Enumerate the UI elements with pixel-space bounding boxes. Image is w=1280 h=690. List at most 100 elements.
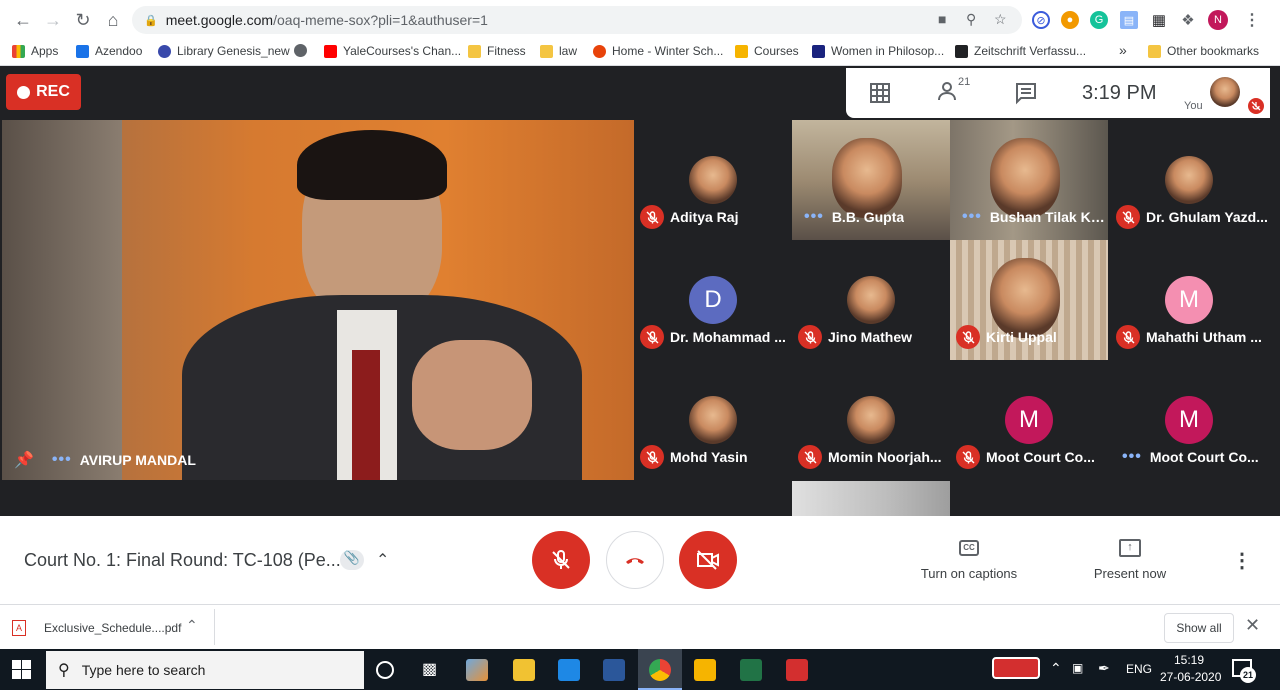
camera-toggle-button[interactable]	[679, 531, 737, 589]
task-view-icon[interactable]: ▩	[422, 659, 437, 679]
participant-tile[interactable]: Dr. Ghulam Yazd...	[1110, 120, 1268, 240]
bookmark-fitness[interactable]: Fitness	[468, 44, 526, 58]
file-explorer-icon[interactable]	[694, 659, 716, 681]
participant-tile[interactable]: Momin Noorjah...	[792, 360, 950, 480]
participant-tile[interactable]: M ••• Moot Court Co...	[1110, 360, 1268, 480]
bookmark-law[interactable]: law	[540, 44, 577, 58]
back-icon[interactable]: ←	[8, 5, 38, 35]
taskbar-date[interactable]: 27-06-2020	[1160, 670, 1221, 684]
participant-name-label: Moot Court Co...	[950, 445, 1108, 469]
library-icon	[158, 44, 171, 58]
puzzle-icon[interactable]: ❖	[1179, 11, 1197, 29]
extension-chart-icon[interactable]: ▤	[1120, 11, 1138, 29]
bookmark-library-genesis[interactable]: Library Genesis_new	[158, 44, 290, 58]
self-avatar[interactable]	[1210, 77, 1240, 107]
battery-warning-icon[interactable]	[992, 657, 1040, 679]
profile-avatar[interactable]: N	[1208, 10, 1228, 30]
bookmark-women-in-philosophy[interactable]: Women in Philosop...	[812, 44, 944, 58]
participant-name-label: Momin Noorjah...	[792, 445, 950, 469]
mic-toggle-button[interactable]	[532, 531, 590, 589]
main-speaker-tile[interactable]: 📌 ••• AVIRUP MANDAL	[2, 120, 634, 480]
acrobat-icon[interactable]	[786, 659, 808, 681]
network-icon[interactable]: ▣	[1072, 661, 1083, 675]
meeting-title[interactable]: Court No. 1: Final Round: TC-108 (Pe...	[24, 550, 341, 571]
bookmarks-overflow[interactable]: »	[1119, 42, 1127, 58]
windows-start-icon[interactable]	[12, 660, 31, 679]
star-icon[interactable]: ☆	[994, 11, 1007, 28]
show-all-button[interactable]: Show all	[1164, 613, 1234, 643]
close-icon[interactable]: ✕	[1245, 615, 1260, 636]
participant-name: Jino Mathew	[828, 329, 913, 345]
zeitschrift-icon	[955, 44, 968, 58]
camera-icon[interactable]: ■	[938, 11, 946, 27]
participant-name-label: Mohd Yasin	[634, 445, 792, 469]
bookmark-azendoo[interactable]: Azendoo	[76, 44, 142, 58]
participant-tile[interactable]: Kirti Uppal	[950, 240, 1108, 360]
paint-icon[interactable]	[466, 659, 488, 681]
extension-orange-icon[interactable]: ●	[1061, 11, 1079, 29]
extension-grid-icon[interactable]: ▦	[1150, 11, 1168, 29]
present-button[interactable]: ↑ Present now	[1080, 536, 1180, 586]
home-icon[interactable]: ⌂	[98, 5, 128, 35]
cortana-icon[interactable]	[376, 661, 394, 679]
participant-tile[interactable]: M Moot Court Co...	[950, 360, 1108, 480]
bookmark-yalecourses[interactable]: YaleCourses's Chan...	[324, 44, 461, 58]
participant-tile[interactable]: D Dr. Mohammad ...	[634, 240, 792, 360]
address-bar[interactable]: 🔒 meet.google.com/oaq-meme-sox?pli=1&aut…	[132, 6, 1022, 34]
bookmark-globe[interactable]	[294, 44, 313, 57]
taskbar-time[interactable]: 15:19	[1174, 653, 1204, 667]
download-chevron-icon[interactable]: ⌃	[186, 617, 198, 634]
speaking-indicator-icon: •••	[962, 208, 982, 225]
language-indicator[interactable]: ENG	[1126, 662, 1152, 676]
speaker-hair	[297, 130, 447, 200]
reload-icon[interactable]: ↻	[68, 5, 98, 35]
sticky-notes-icon[interactable]	[513, 659, 535, 681]
pen-icon[interactable]: ✒	[1098, 660, 1110, 677]
attachment-icon[interactable]: 📎	[340, 550, 364, 570]
apps-icon	[12, 44, 25, 58]
tray-chevron-icon[interactable]: ⌃	[1050, 660, 1062, 677]
menu-icon[interactable]: ⋮	[1244, 10, 1260, 30]
more-options-icon[interactable]: ⋮	[1232, 548, 1252, 573]
participant-tile[interactable]: ••• B.B. Gupta	[792, 120, 950, 240]
excel-icon[interactable]	[740, 659, 762, 681]
participant-tile[interactable]: M Mahathi Utham ...	[1110, 240, 1268, 360]
notification-count: 21	[1240, 667, 1256, 683]
bookmarks-bar: Apps Azendoo Library Genesis_new YaleCou…	[0, 40, 1280, 66]
chevron-up-icon[interactable]: ⌃	[376, 550, 389, 570]
bookmark-zeitschrift[interactable]: Zeitschrift Verfassu...	[955, 44, 1086, 58]
participant-name-label: Dr. Mohammad ...	[634, 325, 792, 349]
participant-name: Aditya Raj	[670, 209, 739, 225]
people-button[interactable]: 21	[938, 76, 970, 107]
browser-toolbar: ← → ↻ ⌂ 🔒 meet.google.com/oaq-meme-sox?p…	[0, 0, 1280, 40]
participant-tile[interactable]: Mohd Yasin	[634, 360, 792, 480]
bookmark-courses[interactable]: Courses	[735, 44, 799, 58]
grid-layout-icon[interactable]	[868, 81, 892, 105]
pin-icon[interactable]: 📌	[14, 450, 34, 470]
captions-button[interactable]: CC Turn on captions	[914, 536, 1024, 586]
meeting-area: REC 21 3:19 PM You 📌 ••• AVIRUP MANDAL A…	[0, 66, 1280, 516]
download-item[interactable]: A Exclusive_Schedule....pdf	[12, 617, 208, 639]
partial-video-tile[interactable]	[792, 481, 950, 516]
participant-tile[interactable]: Jino Mathew	[792, 240, 950, 360]
meeting-clock: 3:19 PM	[1082, 82, 1157, 104]
chat-icon[interactable]	[1014, 81, 1038, 105]
calendar-icon[interactable]	[558, 659, 580, 681]
participant-letter-avatar: M	[1005, 396, 1053, 444]
forward-icon[interactable]: →	[38, 5, 68, 35]
bookmark-winter-school[interactable]: Home - Winter Sch...	[593, 44, 723, 58]
word-icon[interactable]	[603, 659, 625, 681]
extension-block-icon[interactable]: ⊘	[1032, 11, 1050, 29]
bookmark-apps[interactable]: Apps	[12, 44, 58, 58]
leave-call-button[interactable]	[606, 531, 664, 589]
windows-taskbar: ⚲ Type here to search ▩ ⌃ ▣ ✒ ENG 15:19 …	[0, 649, 1280, 690]
participant-tile[interactable]: Aditya Raj	[634, 120, 792, 240]
participant-tile[interactable]: ••• Bushan Tilak Kaul	[950, 120, 1108, 240]
zoom-icon[interactable]: ⚲	[966, 11, 976, 28]
speaking-indicator-icon: •••	[51, 451, 72, 468]
extension-grammarly-icon[interactable]: G	[1090, 11, 1108, 29]
chrome-taskbar-button[interactable]	[638, 649, 682, 690]
participant-name: Kirti Uppal	[986, 329, 1057, 345]
taskbar-search[interactable]: ⚲ Type here to search	[46, 651, 364, 689]
other-bookmarks[interactable]: Other bookmarks	[1148, 44, 1259, 58]
